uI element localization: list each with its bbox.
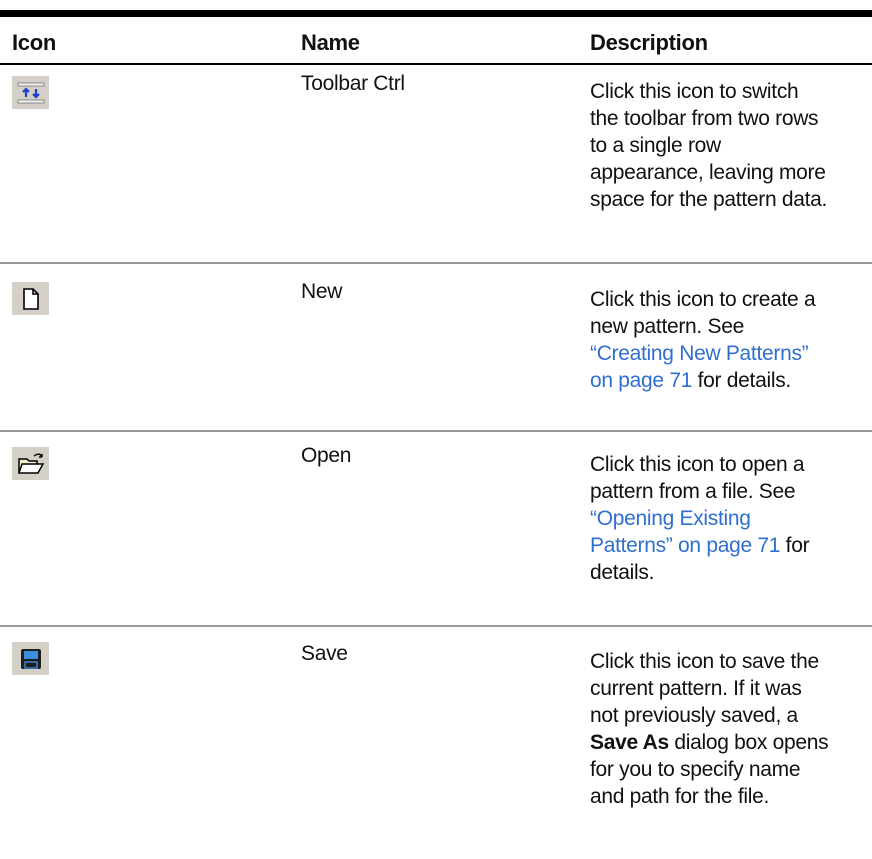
header-icon: Icon: [12, 30, 57, 55]
row-divider: [0, 262, 872, 264]
link-creating-new-patterns[interactable]: “Creating New Patterns”: [590, 340, 872, 367]
header-rule: [0, 63, 872, 65]
row-description: Click this icon to save the current patt…: [590, 650, 829, 808]
row-divider: [0, 430, 872, 432]
link-page-71[interactable]: on page 71: [590, 369, 692, 392]
new-document-icon: [12, 282, 49, 315]
top-rule: [0, 10, 872, 17]
save-as-label: Save As: [590, 731, 669, 754]
row-name: Save: [301, 642, 348, 665]
row-description: Click this icon to create a new pattern.…: [590, 286, 872, 394]
row-name: New: [301, 280, 343, 303]
header-name: Name: [301, 30, 360, 55]
toolbar-ctrl-icon: [12, 76, 49, 109]
row-description: Click this icon to switch the toolbar fr…: [590, 80, 828, 211]
row-name: Toolbar Ctrl: [301, 72, 405, 95]
header-description: Description: [590, 30, 708, 55]
row-description: Click this icon to open a pattern from a…: [590, 451, 872, 586]
link-opening-existing-patterns[interactable]: “Opening Existing: [590, 505, 872, 532]
open-folder-icon: [12, 447, 49, 480]
link-patterns-page-71[interactable]: Patterns” on page 71: [590, 534, 780, 557]
row-name: Open: [301, 444, 352, 467]
save-floppy-icon: [12, 642, 49, 675]
row-divider: [0, 625, 872, 627]
